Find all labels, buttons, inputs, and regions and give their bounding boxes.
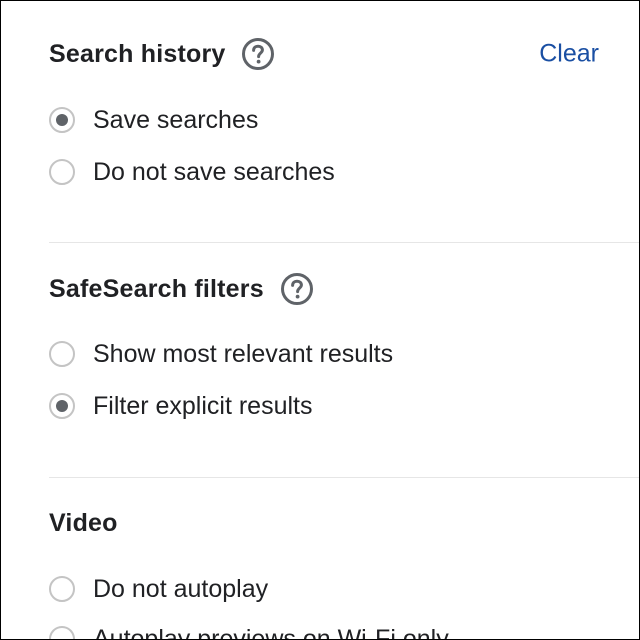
radio-unchecked-icon[interactable] <box>49 576 75 602</box>
search-history-section: Search history Clear <box>49 34 639 74</box>
search-history-header: Search history Clear <box>49 34 639 74</box>
radio-option-do-not-save-searches[interactable]: Do not save searches <box>49 152 335 192</box>
radio-unchecked-icon[interactable] <box>49 341 75 367</box>
section-divider <box>49 242 639 243</box>
radio-option-show-most-relevant[interactable]: Show most relevant results <box>49 334 393 374</box>
section-divider <box>49 477 639 478</box>
radio-checked-icon[interactable] <box>49 107 75 133</box>
question-circle-icon[interactable] <box>241 37 275 71</box>
radio-option-autoplay-wifi[interactable]: Autoplay previews on Wi-Fi only <box>49 619 449 640</box>
video-header: Video <box>49 503 639 543</box>
video-title: Video <box>49 508 118 537</box>
question-circle-icon[interactable] <box>280 272 314 306</box>
option-label: Autoplay previews on Wi-Fi only <box>93 624 449 640</box>
search-history-title: Search history <box>49 39 226 68</box>
option-label: Filter explicit results <box>93 391 313 420</box>
option-label: Do not save searches <box>93 157 335 186</box>
safesearch-section: SafeSearch filters <box>49 269 639 309</box>
option-label: Do not autoplay <box>93 574 269 603</box>
radio-unchecked-icon[interactable] <box>49 626 75 639</box>
radio-checked-icon[interactable] <box>49 393 75 419</box>
option-label: Save searches <box>93 105 259 134</box>
video-section: Video <box>49 503 639 543</box>
radio-option-filter-explicit[interactable]: Filter explicit results <box>49 386 313 426</box>
safesearch-header: SafeSearch filters <box>49 269 639 309</box>
safesearch-title: SafeSearch filters <box>49 274 264 303</box>
clear-history-link[interactable]: Clear <box>539 40 599 69</box>
radio-unchecked-icon[interactable] <box>49 159 75 185</box>
search-settings-page: Search history Clear Save searches Do no… <box>0 0 640 640</box>
option-label: Show most relevant results <box>93 339 394 368</box>
radio-option-save-searches[interactable]: Save searches <box>49 100 258 140</box>
radio-option-do-not-autoplay[interactable]: Do not autoplay <box>49 569 268 609</box>
